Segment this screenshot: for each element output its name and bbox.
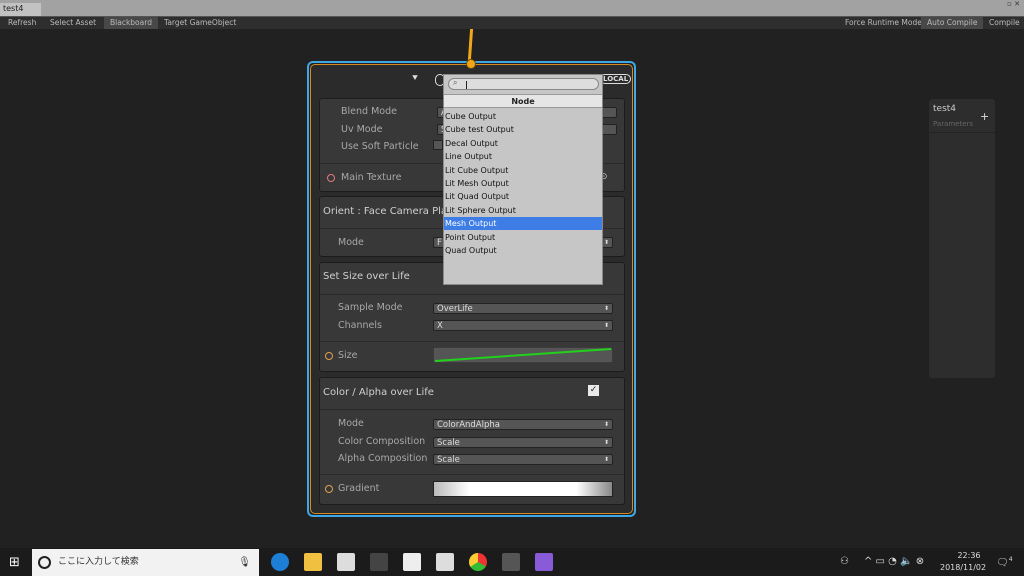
color-composition-label: Color Composition bbox=[338, 436, 426, 447]
output-icon: ⯆ bbox=[411, 73, 419, 84]
node-option[interactable]: Decal Output bbox=[444, 137, 602, 150]
popup-title: Node bbox=[444, 94, 602, 108]
node-option[interactable]: Lit Cube Output bbox=[444, 164, 602, 177]
blackboard-panel: test4 Parameters + bbox=[929, 99, 995, 378]
force-runtime-mode-button[interactable]: Force Runtime Mode bbox=[839, 17, 928, 29]
node-search-popup: ⌕ Node Cube Output Cube test Output Decal … bbox=[443, 74, 603, 285]
orient-mode-label: Mode bbox=[338, 237, 364, 248]
gradient-label: Gradient bbox=[338, 483, 380, 494]
notification-icon[interactable]: 🗨4 bbox=[996, 556, 1013, 568]
windows-start-icon[interactable]: ⊞ bbox=[9, 555, 20, 570]
node-option[interactable]: Quad Output bbox=[444, 244, 602, 257]
blend-mode-label: Blend Mode bbox=[341, 106, 397, 117]
title-bar bbox=[0, 0, 1024, 16]
add-parameter-button[interactable]: + bbox=[980, 110, 989, 123]
refresh-button[interactable]: Refresh bbox=[2, 17, 42, 29]
compile-button[interactable]: Compile bbox=[983, 17, 1024, 29]
node-search-input[interactable]: ⌕ bbox=[448, 78, 599, 90]
select-asset-button[interactable]: Select Asset bbox=[44, 17, 102, 29]
toolbar: Refresh Select Asset Blackboard Target G… bbox=[0, 16, 1024, 29]
gradient-field[interactable] bbox=[433, 481, 613, 497]
mail-icon[interactable] bbox=[436, 553, 454, 571]
store-icon[interactable] bbox=[337, 553, 355, 571]
clock-date[interactable]: 2018/11/02 bbox=[940, 563, 986, 572]
clock-time[interactable]: 22:36 bbox=[944, 551, 994, 560]
node-option[interactable]: Line Output bbox=[444, 150, 602, 163]
blackboard-subtitle: Parameters bbox=[933, 120, 974, 128]
channels-dropdown[interactable]: X ⬍ bbox=[433, 320, 613, 331]
soft-particle-checkbox[interactable] bbox=[433, 140, 443, 150]
blackboard-button[interactable]: Blackboard bbox=[104, 17, 158, 29]
color-mode-dropdown[interactable]: ColorAndAlpha ⬍ bbox=[433, 419, 613, 430]
app-icon[interactable] bbox=[370, 553, 388, 571]
alpha-composition-label: Alpha Composition bbox=[338, 453, 428, 464]
microphone-icon[interactable]: 🎙 bbox=[238, 549, 251, 576]
flow-input-port[interactable] bbox=[466, 59, 476, 69]
main-texture-label: Main Texture bbox=[341, 172, 402, 183]
tab-test4[interactable]: test4 bbox=[0, 3, 41, 16]
node-option[interactable]: Lit Mesh Output bbox=[444, 177, 602, 190]
node-option[interactable]: Point Output bbox=[444, 231, 602, 244]
size-curve-field[interactable] bbox=[433, 347, 613, 363]
orient-title: Orient : Face Camera Plane bbox=[323, 206, 460, 217]
cortana-icon bbox=[38, 556, 51, 569]
chrome-icon[interactable] bbox=[469, 553, 487, 571]
window-controls[interactable]: ▫ ✕ bbox=[1007, 0, 1020, 8]
node-option[interactable]: Cube Output bbox=[444, 110, 602, 123]
alpha-composition-dropdown[interactable]: Scale ⬍ bbox=[433, 454, 613, 465]
sample-mode-label: Sample Mode bbox=[338, 302, 403, 313]
color-enabled-checkbox[interactable]: ✓ bbox=[588, 385, 599, 396]
uv-mode-label: Uv Mode bbox=[341, 124, 383, 135]
auto-compile-button[interactable]: Auto Compile bbox=[921, 17, 984, 29]
channels-label: Channels bbox=[338, 320, 382, 331]
sample-mode-dropdown[interactable]: OverLife ⬍ bbox=[433, 303, 613, 314]
node-option[interactable]: Cube test Output bbox=[444, 123, 602, 136]
size-title: Set Size over Life bbox=[323, 271, 410, 282]
tray-icons[interactable]: ^ ▭ ◔ 🔈 ⊗ bbox=[864, 556, 924, 567]
people-icon[interactable]: ⚇ bbox=[840, 556, 849, 567]
node-option[interactable]: Mesh Output bbox=[444, 217, 602, 231]
node-option[interactable]: Lit Sphere Output bbox=[444, 204, 602, 217]
size-port[interactable] bbox=[325, 352, 333, 360]
unity-icon[interactable] bbox=[502, 553, 520, 571]
blackboard-title: test4 bbox=[933, 104, 957, 114]
color-title: Color / Alpha over Life bbox=[323, 387, 434, 398]
space-badge[interactable]: LOCAL bbox=[600, 74, 632, 84]
color-composition-dropdown[interactable]: Scale ⬍ bbox=[433, 437, 613, 448]
node-option[interactable]: Lit Quad Output bbox=[444, 190, 602, 203]
app2-icon[interactable] bbox=[403, 553, 421, 571]
edge-icon[interactable] bbox=[271, 553, 289, 571]
taskbar-search[interactable]: ここに入力して検索 🎙 bbox=[32, 549, 259, 576]
texture-port[interactable] bbox=[327, 174, 335, 182]
color-mode-label: Mode bbox=[338, 418, 364, 429]
search-icon: ⌕ bbox=[453, 78, 458, 87]
soft-particle-label: Use Soft Particle bbox=[341, 141, 419, 152]
size-label: Size bbox=[338, 350, 358, 361]
visual-studio-icon[interactable] bbox=[535, 553, 553, 571]
gradient-port[interactable] bbox=[325, 485, 333, 493]
file-explorer-icon[interactable] bbox=[304, 553, 322, 571]
target-gameobject-button[interactable]: Target GameObject bbox=[158, 17, 242, 29]
flow-edge[interactable] bbox=[467, 29, 474, 60]
